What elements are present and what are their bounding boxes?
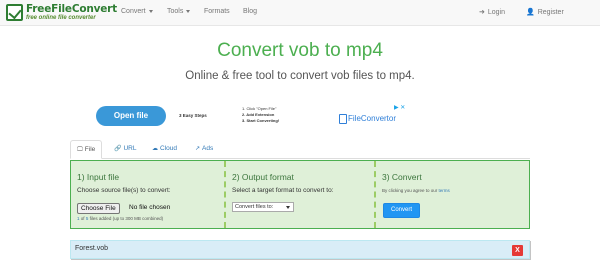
output-format-prompt: Select a target format to convert to: — [232, 187, 334, 194]
tab-file[interactable]: 🖵 File — [70, 140, 103, 159]
ad-brand-name: FileConvertor — [348, 114, 397, 123]
files-count-max: 5 — [85, 216, 89, 221]
nav-tools-label: Tools — [167, 8, 184, 15]
logo-checkmark-icon — [6, 4, 23, 21]
page-subtitle: Online & free tool to convert vob files … — [185, 70, 415, 82]
monitor-icon: 🖵 — [77, 147, 83, 153]
tab-url-label: URL — [123, 145, 137, 152]
ad-steps-list: 1. Click "Open File" 2. Add Extension 3.… — [242, 106, 279, 124]
ad-banner[interactable]: Open file 3 Easy Steps 1. Click "Open Fi… — [96, 104, 408, 128]
input-file-section: 1) Input file Choose source file(s) to c… — [71, 161, 224, 228]
tab-ads[interactable]: ↗ Ads — [195, 140, 213, 159]
convert-heading: 3) Convert — [382, 172, 422, 182]
files-count-info: 1 of 5 files added (up to 300 MB combine… — [77, 216, 163, 221]
chevron-down-icon — [186, 9, 191, 13]
ad-steps-title: 3 Easy Steps — [179, 113, 207, 118]
external-link-icon: ↗ — [195, 146, 201, 152]
user-icon: 👤 — [526, 9, 535, 16]
files-count-of: of — [80, 216, 85, 221]
files-count-note: files added (up to 300 MB combined) — [89, 216, 164, 221]
site-logo[interactable]: FreeFileConvert free online file convert… — [6, 2, 118, 24]
output-format-select[interactable]: Convert files to: — [232, 202, 294, 212]
nav-tools-menu[interactable]: Tools — [167, 8, 191, 15]
file-name: Forest.vob — [75, 245, 109, 252]
chevron-down-icon — [286, 206, 290, 209]
login-label: Login — [487, 9, 506, 16]
input-file-prompt: Choose source file(s) to convert: — [77, 187, 171, 194]
tab-url[interactable]: 🔗 URL — [114, 140, 137, 159]
output-format-select-value: Convert files to: — [235, 204, 274, 210]
convert-button[interactable]: Convert — [383, 203, 420, 218]
terms-agreement-text: By clicking you agree to our — [382, 188, 438, 193]
cloud-icon: ☁ — [152, 146, 158, 152]
tab-cloud-label: Cloud — [160, 145, 177, 152]
login-icon: ➜ — [479, 9, 485, 16]
terms-link[interactable]: terms — [439, 188, 450, 193]
tab-cloud[interactable]: ☁ Cloud — [152, 140, 177, 159]
output-format-heading: 2) Output format — [232, 172, 294, 182]
terms-agreement: By clicking you agree to our terms — [382, 188, 450, 193]
file-chosen-status: No file chosen — [129, 204, 171, 211]
choose-file-button[interactable]: Choose File — [77, 203, 120, 214]
register-link[interactable]: 👤 Register — [526, 8, 564, 16]
source-tabs: 🖵 File 🔗 URL ☁ Cloud ↗ Ads — [70, 140, 530, 159]
ad-step: 3. Start Converting! — [242, 118, 280, 123]
file-icon — [339, 114, 347, 124]
page-title: Convert vob to mp4 — [217, 40, 383, 61]
link-icon: 🔗 — [114, 146, 122, 152]
nav-convert-label: Convert — [121, 8, 146, 15]
login-link[interactable]: ➜ Login — [479, 8, 505, 16]
nav-formats-link[interactable]: Formats — [204, 8, 230, 15]
nav-convert-menu[interactable]: Convert — [121, 8, 153, 15]
tab-ads-label: Ads — [202, 145, 214, 152]
input-file-heading: 1) Input file — [77, 172, 120, 182]
logo-tagline: free online file converter — [26, 15, 96, 21]
tab-file-label: File — [84, 146, 96, 153]
ad-close-icon[interactable]: ▶ ✕ — [394, 104, 405, 111]
remove-file-button[interactable]: X — [512, 245, 523, 256]
nav-blog-link[interactable]: Blog — [243, 8, 257, 15]
convert-section: 3) Convert By clicking you agree to our … — [374, 161, 529, 228]
logo-name: FreeFileConvert — [26, 3, 117, 15]
converter-panel: 1) Input file Choose source file(s) to c… — [70, 160, 530, 229]
navbar: FreeFileConvert free online file convert… — [0, 0, 600, 26]
ad-open-file-button[interactable]: Open file — [96, 106, 166, 126]
output-format-section: 2) Output format Select a target format … — [224, 161, 374, 228]
register-label: Register — [537, 9, 564, 16]
chevron-down-icon — [148, 9, 153, 13]
file-list-item: Forest.vob X — [70, 240, 530, 259]
files-count-current: 1 — [77, 216, 80, 221]
